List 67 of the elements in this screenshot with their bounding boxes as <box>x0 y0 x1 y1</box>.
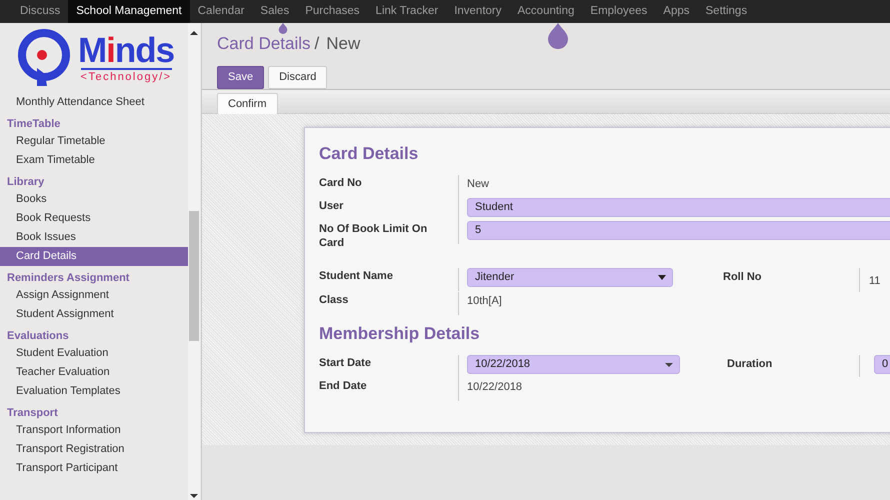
sidebar-section-title: TimeTable <box>6 117 62 132</box>
sidebar-item[interactable]: Evaluation Templates <box>0 382 188 401</box>
scrollbar-thumb[interactable] <box>189 211 199 341</box>
field-value: New <box>466 177 490 192</box>
top-menu-item[interactable]: Inventory <box>446 0 510 23</box>
section-title: Membership Details <box>319 323 481 345</box>
date-field[interactable]: 10/22/2018 <box>467 355 680 374</box>
section-title: Card Details <box>319 143 420 165</box>
field-value: 11 <box>868 275 880 287</box>
field-label: Student Name <box>319 269 394 283</box>
sidebar-item[interactable]: Transport Information <box>0 421 188 440</box>
top-menu-item[interactable]: Settings <box>698 0 756 23</box>
sidebar-item[interactable]: Monthly Attendance Sheet <box>0 93 188 112</box>
discard-button[interactable]: Discard <box>268 66 328 88</box>
save-button[interactable]: Save <box>217 66 264 88</box>
field-label: Class <box>319 293 350 307</box>
confirm-button[interactable]: Confirm <box>217 93 278 116</box>
sidebar-section-title: Transport <box>6 406 59 421</box>
sidebar-item[interactable]: Teacher Evaluation <box>0 363 188 382</box>
top-menu-item[interactable]: Purchases <box>297 0 368 23</box>
field-value: 10th[A] <box>466 294 502 309</box>
field-label: End Date <box>319 379 368 393</box>
sidebar-section-title: Library <box>6 175 46 190</box>
field-label: No Of Book Limit On Card <box>319 222 428 250</box>
top-menu-item[interactable]: Apps <box>655 0 698 23</box>
sidebar-item[interactable]: Transport Participant <box>0 459 188 478</box>
top-menu-item[interactable]: Accounting <box>510 0 582 23</box>
sidebar-item[interactable]: Student Assignment <box>0 305 188 324</box>
field-value: 10/22/2018 <box>466 380 522 395</box>
input-field[interactable]: Student <box>467 198 890 217</box>
sidebar-item[interactable]: Transport Registration <box>0 440 188 459</box>
field-label: Start Date <box>319 356 372 370</box>
input-field[interactable]: 5 <box>467 221 890 240</box>
top-menu-item[interactable]: Link Tracker <box>368 0 446 23</box>
top-menu-item[interactable]: Calendar <box>190 0 252 23</box>
sidebar-item[interactable]: Student Evaluation <box>0 344 188 363</box>
sidebar-item[interactable]: Regular Timetable <box>0 132 188 151</box>
field-label: Duration <box>727 357 774 372</box>
sidebar-item[interactable]: Book Issues <box>0 228 188 247</box>
scroll-up-arrow[interactable] <box>190 31 198 35</box>
caret-icon <box>658 275 666 280</box>
caret-icon <box>665 362 673 366</box>
top-menu-item[interactable]: Discuss <box>12 0 68 23</box>
breadcrumb-current: New <box>326 33 360 55</box>
logo-name: Minds <box>78 34 174 68</box>
breadcrumb-separator: / <box>314 33 320 55</box>
sidebar-item[interactable]: Book Requests <box>0 209 188 228</box>
sidebar-section-title: Evaluations <box>6 329 70 344</box>
sidebar-section-title: Reminders Assignment <box>6 271 130 286</box>
top-menu-item[interactable]: Employees <box>582 0 656 23</box>
top-menu-item[interactable]: School Management <box>68 0 190 23</box>
dropdown-field[interactable]: Jitender <box>467 268 673 287</box>
scrollbar[interactable] <box>188 23 200 500</box>
top-menu-item[interactable]: Sales <box>252 0 298 23</box>
input-field[interactable]: 0 <box>874 355 890 374</box>
field-label: Roll No <box>723 270 762 285</box>
field-label: User <box>319 199 344 213</box>
tip-marker-icon <box>546 23 570 49</box>
tip-marker-icon <box>277 23 289 34</box>
sidebar-item[interactable]: Card Details <box>0 247 188 266</box>
field-label: Card No <box>319 176 363 190</box>
breadcrumb-link[interactable]: Card Details <box>217 31 311 56</box>
sidebar-item[interactable]: Exam Timetable <box>0 151 188 170</box>
sidebar-item[interactable]: Books <box>0 190 188 209</box>
scroll-down-arrow[interactable] <box>190 494 198 498</box>
sidebar-item[interactable]: Assign Assignment <box>0 286 188 305</box>
logo-tagline: <Technology/> <box>80 68 172 82</box>
